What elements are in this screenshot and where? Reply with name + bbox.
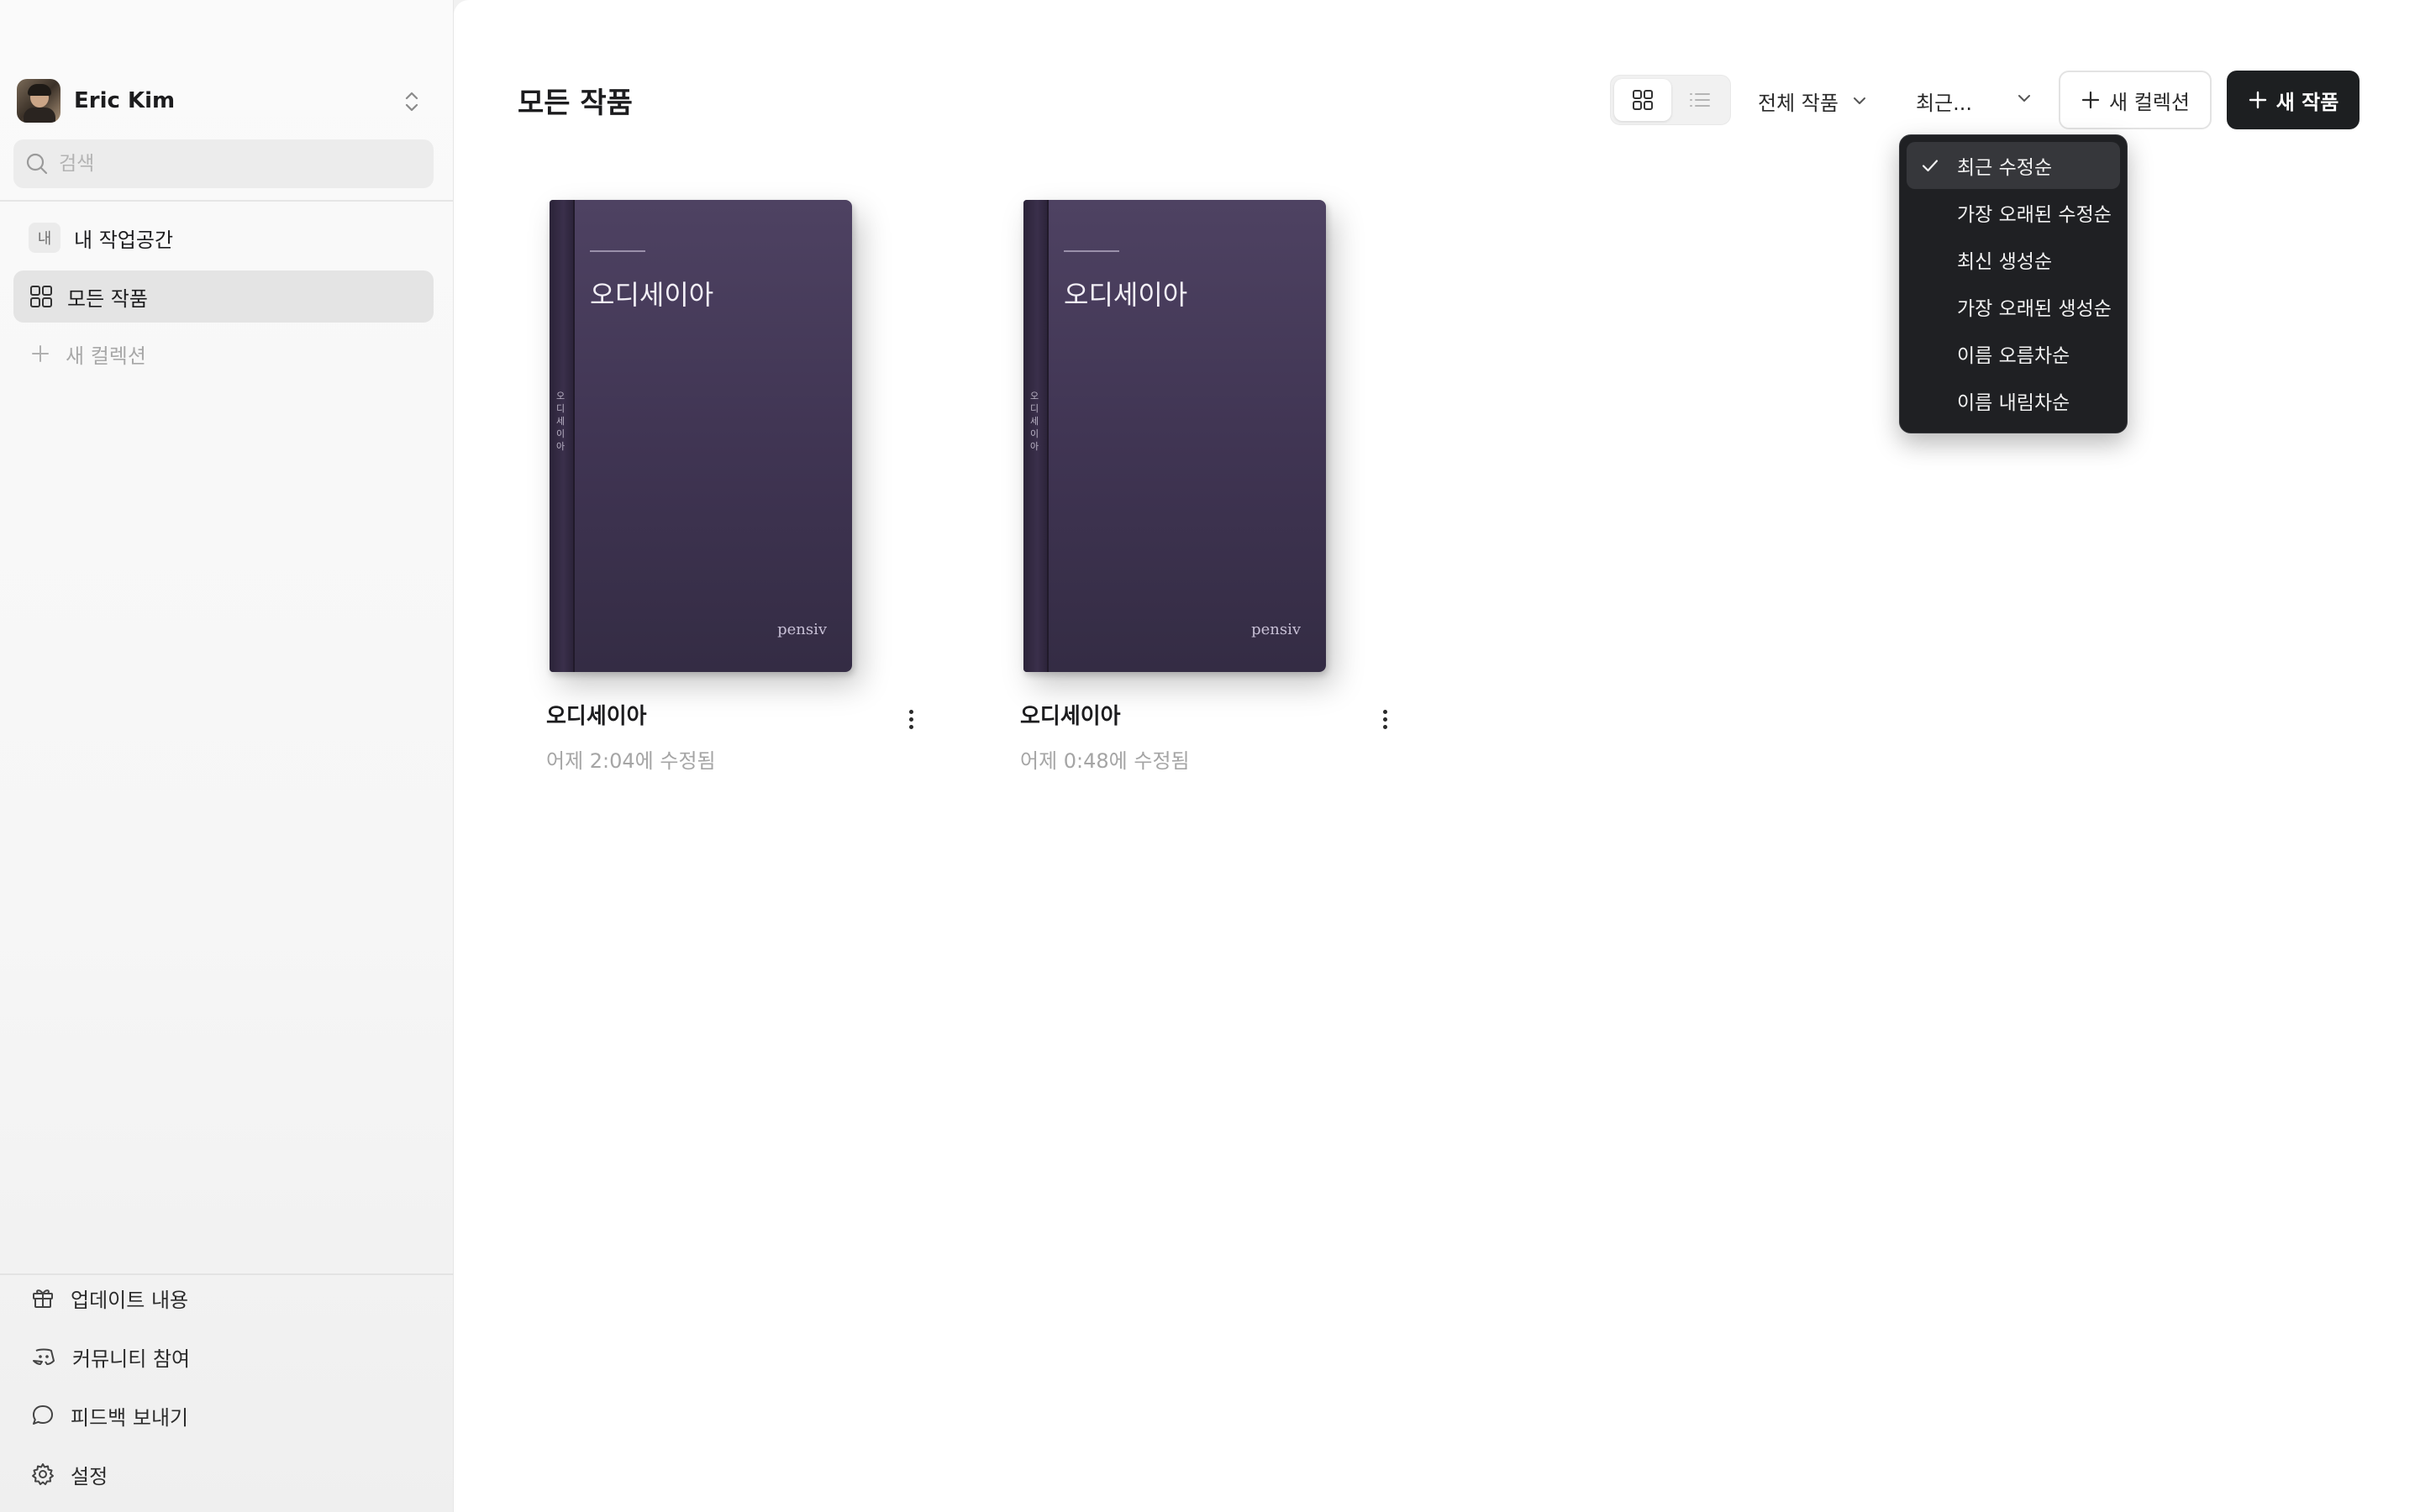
avatar — [17, 79, 60, 123]
book-cover[interactable]: 오디세이아 오디세이아 pensiv — [550, 200, 852, 672]
chevron-down-icon — [1850, 92, 1869, 110]
profile-name: Eric Kim — [74, 88, 176, 113]
book-spine: 오디세이아 — [550, 200, 575, 672]
app-window: Eric Kim 내 내 작업공간 모든 작품 새 컬렉션 — [0, 0, 2420, 1512]
workspace-badge: 내 — [29, 223, 60, 253]
book-title[interactable]: 오디세이아 — [1020, 699, 1121, 730]
sort-option-label: 가장 오래된 생성순 — [1957, 298, 2112, 320]
check-icon — [1920, 155, 1940, 176]
sidebar-item-label: 커뮤니티 참여 — [72, 1347, 191, 1371]
cover-brand: pensiv — [1251, 621, 1301, 638]
gear-icon — [30, 1462, 55, 1487]
spine-title: 오디세이아 — [555, 391, 566, 452]
sort-option-name-desc[interactable]: 이름 내림차순 — [1907, 377, 2120, 424]
sidebar-item-community[interactable]: 커뮤니티 참여 — [13, 1332, 434, 1381]
new-work-label: 새 작품 — [2275, 90, 2339, 114]
cover-title: 오디세이아 — [590, 279, 714, 311]
search-box[interactable] — [13, 139, 434, 188]
book-modified-time: 어제 0:48에 수정됨 — [1020, 749, 1190, 773]
sidebar-item-workspace[interactable]: 내 내 작업공간 — [13, 212, 434, 264]
book-spine: 오디세이아 — [1023, 200, 1049, 672]
sort-option-oldest-modified[interactable]: 가장 오래된 수정순 — [1907, 189, 2120, 236]
page-title: 모든 작품 — [518, 87, 633, 120]
sidebar-item-all-works[interactable]: 모든 작품 — [13, 270, 434, 323]
sort-dropdown[interactable]: 최근... — [1916, 77, 2033, 124]
profile-switcher[interactable]: Eric Kim — [17, 77, 429, 124]
work-filter-label: 전체 작품 — [1758, 91, 1839, 115]
sort-menu: 최근 수정순 가장 오래된 수정순 최신 생성순 가장 오래된 생성순 이름 오… — [1899, 134, 2128, 433]
sort-option-label: 최신 생성순 — [1957, 251, 2053, 273]
chevron-down-icon — [2015, 89, 2033, 108]
cover-rule — [590, 250, 645, 252]
sidebar-item-label: 내 작업공간 — [74, 228, 174, 252]
search-input[interactable] — [59, 153, 412, 175]
sidebar-new-collection[interactable]: 새 컬렉션 — [13, 328, 434, 380]
sidebar-item-label: 설정 — [71, 1464, 108, 1488]
list-view-button[interactable] — [1671, 79, 1728, 121]
plus-icon — [2248, 90, 2268, 110]
cover-brand: pensiv — [777, 621, 827, 638]
work-filter-dropdown[interactable]: 전체 작품 — [1758, 77, 1869, 124]
list-icon — [1687, 87, 1712, 113]
sidebar-item-label: 피드백 보내기 — [71, 1405, 189, 1430]
new-collection-button[interactable]: 새 컬렉션 — [2059, 71, 2212, 129]
chat-bubble-icon — [30, 1403, 55, 1428]
discord-icon — [30, 1344, 57, 1369]
search-icon — [25, 152, 49, 176]
view-toggle — [1610, 75, 1731, 125]
book-modified-time: 어제 2:04에 수정됨 — [546, 749, 716, 773]
sort-option-newest-created[interactable]: 최신 생성순 — [1907, 236, 2120, 283]
sort-option-recent-modified[interactable]: 최근 수정순 — [1907, 142, 2120, 189]
sort-label: 최근... — [1916, 91, 1973, 115]
book-title[interactable]: 오디세이아 — [546, 699, 647, 730]
grid-icon — [1630, 87, 1655, 113]
cover-title: 오디세이아 — [1064, 279, 1188, 311]
sidebar-item-settings[interactable]: 설정 — [13, 1450, 434, 1499]
book-cover[interactable]: 오디세이아 오디세이아 pensiv — [1023, 200, 1326, 672]
sort-option-name-asc[interactable]: 이름 오름차순 — [1907, 330, 2120, 377]
sort-option-oldest-created[interactable]: 가장 오래된 생성순 — [1907, 283, 2120, 330]
book-card: 오디세이아 오디세이아 pensiv 오디세이아 어제 0:48에 수정됨 — [1020, 193, 1393, 781]
spine-title: 오디세이아 — [1029, 391, 1039, 452]
cover-rule — [1064, 250, 1119, 252]
more-options-icon[interactable] — [902, 704, 919, 734]
sidebar-item-feedback[interactable]: 피드백 보내기 — [13, 1391, 434, 1440]
grid-view-button[interactable] — [1614, 79, 1671, 121]
new-work-button[interactable]: 새 작품 — [2227, 71, 2360, 129]
sidebar: Eric Kim 내 내 작업공간 모든 작품 새 컬렉션 — [0, 0, 454, 1512]
sort-option-label: 이름 오름차순 — [1957, 345, 2070, 367]
more-options-icon[interactable] — [1376, 704, 1393, 734]
grid-icon — [29, 284, 54, 309]
sidebar-item-label: 업데이트 내용 — [71, 1288, 189, 1312]
sidebar-item-updates[interactable]: 업데이트 내용 — [13, 1273, 434, 1322]
gift-icon — [30, 1285, 55, 1310]
sidebar-item-label: 새 컬렉션 — [66, 344, 146, 368]
sort-option-label: 최근 수정순 — [1957, 157, 2053, 179]
plus-icon — [29, 342, 52, 365]
divider — [0, 200, 454, 202]
sort-option-label: 이름 내림차순 — [1957, 392, 2070, 414]
main-content: 모든 작품 전체 작품 최근... 새 컬렉션 새 작품 오 디 세 이 아 오… — [454, 0, 2420, 1512]
new-collection-label: 새 컬렉션 — [2109, 90, 2190, 114]
sort-option-label: 가장 오래된 수정순 — [1957, 204, 2112, 226]
book-card: 오디세이아 오디세이아 pensiv 오디세이아 어제 2:04에 수정됨 — [546, 193, 919, 781]
chevron-up-down-icon[interactable] — [400, 89, 424, 114]
plus-icon — [2081, 90, 2101, 110]
sidebar-item-label: 모든 작품 — [67, 286, 148, 311]
